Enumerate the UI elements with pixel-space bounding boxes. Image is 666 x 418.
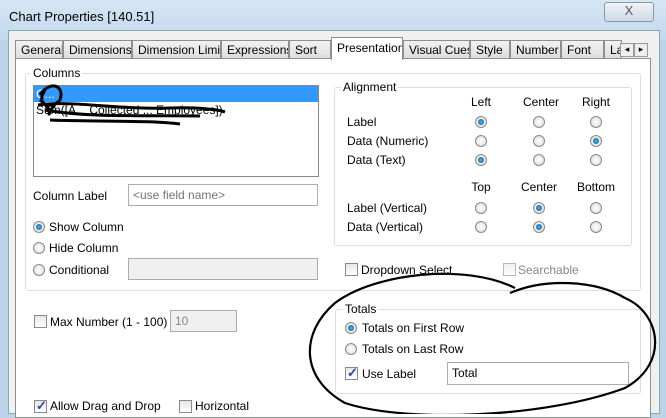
tab-visual-cues[interactable]: Visual Cues xyxy=(403,40,470,59)
tab-general[interactable]: General xyxy=(15,40,63,59)
totals-first-row-radio[interactable] xyxy=(345,322,357,334)
hide-column-radio[interactable] xyxy=(33,242,45,254)
alignment-radio-right[interactable] xyxy=(590,116,602,128)
tab-expressions[interactable]: Expressions xyxy=(221,40,289,59)
alignment-row-label: Data (Text) xyxy=(347,153,406,167)
tab-sort[interactable]: Sort xyxy=(289,40,331,59)
horizontal-label: Horizontal xyxy=(195,399,250,413)
alignment-row-label: Data (Numeric) xyxy=(347,134,429,148)
redaction-scribble xyxy=(37,84,226,126)
horizontal-checkbox[interactable] xyxy=(179,400,192,413)
max-number-input[interactable]: 10 xyxy=(170,310,237,332)
alignment-radio-left[interactable] xyxy=(475,135,487,147)
alignment-vrow-label: Data (Vertical) xyxy=(347,220,424,234)
use-label-checkbox[interactable] xyxy=(345,365,358,381)
alignment-radio-center[interactable] xyxy=(533,116,545,128)
dropdown-select-checkbox[interactable] xyxy=(345,263,358,276)
alignment-vradio-top[interactable] xyxy=(475,202,487,214)
tab-dimension-limits[interactable]: Dimension Limits xyxy=(132,40,221,59)
window-title: Chart Properties [140.51] xyxy=(9,9,155,24)
alignment-vrow-label: Label (Vertical) xyxy=(347,201,428,215)
alignment-radio-left[interactable] xyxy=(475,116,487,128)
allow-drag-label: Allow Drag and Drop xyxy=(50,399,161,413)
max-number-label: Max Number (1 - 100) xyxy=(50,315,168,329)
searchable-checkbox[interactable] xyxy=(503,263,516,276)
totals-first-row-label: Totals on First Row xyxy=(362,321,465,335)
max-number-checkbox[interactable] xyxy=(34,315,47,328)
alignment-vradio-center[interactable] xyxy=(533,221,545,233)
tab-font[interactable]: Font xyxy=(561,40,604,59)
conditional-radio[interactable] xyxy=(33,264,45,276)
alignment-radio-right[interactable] xyxy=(590,135,602,147)
alignment-vradio-bottom[interactable] xyxy=(590,202,602,214)
conditional-input[interactable] xyxy=(128,258,318,280)
hide-column-label: Hide Column xyxy=(49,241,119,255)
alignment-col-center: Center xyxy=(523,95,560,109)
alignment-col-right: Right xyxy=(581,95,610,109)
alignment-vradio-top[interactable] xyxy=(475,221,487,233)
alignment-vradio-center[interactable] xyxy=(533,202,545,214)
totals-group-label: Totals xyxy=(343,302,379,316)
tab-number[interactable]: Number xyxy=(510,40,561,59)
show-column-radio[interactable] xyxy=(33,221,45,233)
column-label-text: Column Label xyxy=(33,189,108,203)
use-label-label: Use Label xyxy=(362,367,417,381)
tab-presentation[interactable]: Presentation xyxy=(331,37,403,60)
alignment-vcol-bottom: Bottom xyxy=(576,180,615,194)
alignment-radio-center[interactable] xyxy=(533,154,545,166)
alignment-vradio-bottom[interactable] xyxy=(590,221,602,233)
show-column-label: Show Column xyxy=(49,220,124,234)
alignment-radio-left[interactable] xyxy=(475,154,487,166)
alignment-col-left: Left xyxy=(470,95,491,109)
tab-scroll-right[interactable]: ▸ xyxy=(634,43,648,57)
searchable-label: Searchable xyxy=(518,263,579,277)
tab-scroll-left[interactable]: ◂ xyxy=(620,43,634,57)
conditional-label: Conditional xyxy=(49,263,110,277)
totals-last-row-radio[interactable] xyxy=(345,343,357,355)
total-label-input[interactable]: Total xyxy=(447,362,629,385)
alignment-radio-right[interactable] xyxy=(590,154,602,166)
alignment-group-label: Alignment xyxy=(341,80,399,94)
alignment-row-label: Label xyxy=(347,115,377,129)
totals-last-row-label: Totals on Last Row xyxy=(362,342,464,356)
column-label-input[interactable] xyxy=(128,184,318,206)
alignment-radio-center[interactable] xyxy=(533,135,545,147)
dropdown-select-label: Dropdown Select xyxy=(361,263,453,277)
tab-style[interactable]: Style xyxy=(470,40,510,59)
tab-dimensions[interactable]: Dimensions xyxy=(63,40,132,59)
alignment-vcol-center: Center xyxy=(520,180,558,194)
columns-group-label: Columns xyxy=(31,66,83,80)
close-button[interactable]: X xyxy=(604,2,654,22)
alignment-vcol-top: Top xyxy=(471,180,491,194)
allow-drag-checkbox[interactable] xyxy=(34,398,47,414)
